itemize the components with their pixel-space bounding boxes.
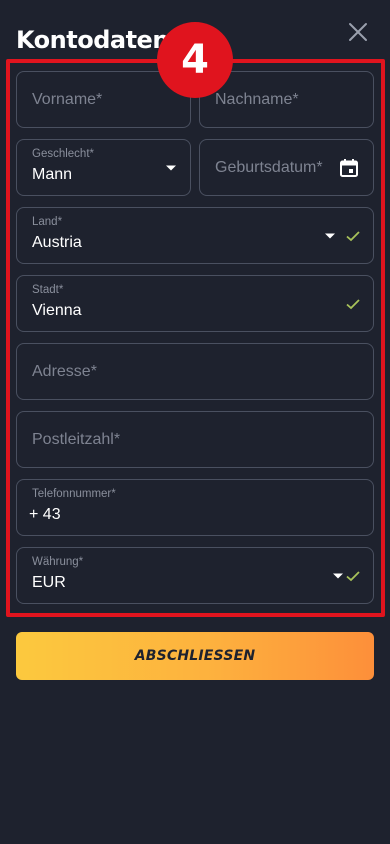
postleitzahl-placeholder: Postleitzahl* (32, 430, 121, 448)
postleitzahl-field[interactable]: Postleitzahl* (16, 411, 374, 468)
submit-button[interactable]: ABSCHLIESSEN (16, 632, 374, 680)
adresse-field[interactable]: Adresse* (16, 343, 374, 400)
chevron-down-icon (325, 233, 335, 238)
stadt-label: Stadt* (32, 284, 64, 296)
calendar-icon[interactable] (339, 158, 359, 178)
close-button[interactable] (346, 20, 370, 44)
geburtsdatum-field[interactable]: Geburtsdatum* (199, 139, 374, 196)
land-label: Land* (32, 216, 63, 228)
step-badge: 4 (157, 22, 233, 98)
telefon-field[interactable]: Telefonnummer* + 43 (16, 479, 374, 536)
waehrung-select[interactable]: Währung* EUR (16, 547, 374, 604)
land-value: Austria (32, 234, 82, 251)
close-icon (349, 23, 367, 41)
check-icon (346, 298, 360, 310)
telefon-label: Telefonnummer* (32, 488, 116, 500)
adresse-placeholder: Adresse* (32, 362, 97, 380)
chevron-down-icon (333, 573, 343, 578)
geburtsdatum-placeholder: Geburtsdatum* (215, 158, 323, 176)
vorname-placeholder: Vorname* (32, 90, 103, 108)
land-select[interactable]: Land* Austria (16, 207, 374, 264)
geschlecht-label: Geschlecht* (32, 148, 95, 160)
stadt-field[interactable]: Stadt* Vienna (16, 275, 374, 332)
waehrung-value: EUR (32, 574, 66, 591)
submit-button-label: ABSCHLIESSEN (134, 648, 256, 664)
nachname-placeholder: Nachname* (215, 90, 299, 108)
waehrung-label: Währung* (32, 556, 84, 568)
stadt-value: Vienna (32, 302, 82, 319)
geschlecht-value: Mann (32, 166, 73, 183)
geschlecht-select[interactable]: Geschlecht* Mann (16, 139, 191, 196)
chevron-down-icon (166, 165, 176, 170)
check-icon (346, 570, 360, 582)
telefon-value: + 43 (29, 506, 61, 523)
check-icon (346, 230, 360, 242)
page-title: Kontodaten (16, 26, 169, 54)
